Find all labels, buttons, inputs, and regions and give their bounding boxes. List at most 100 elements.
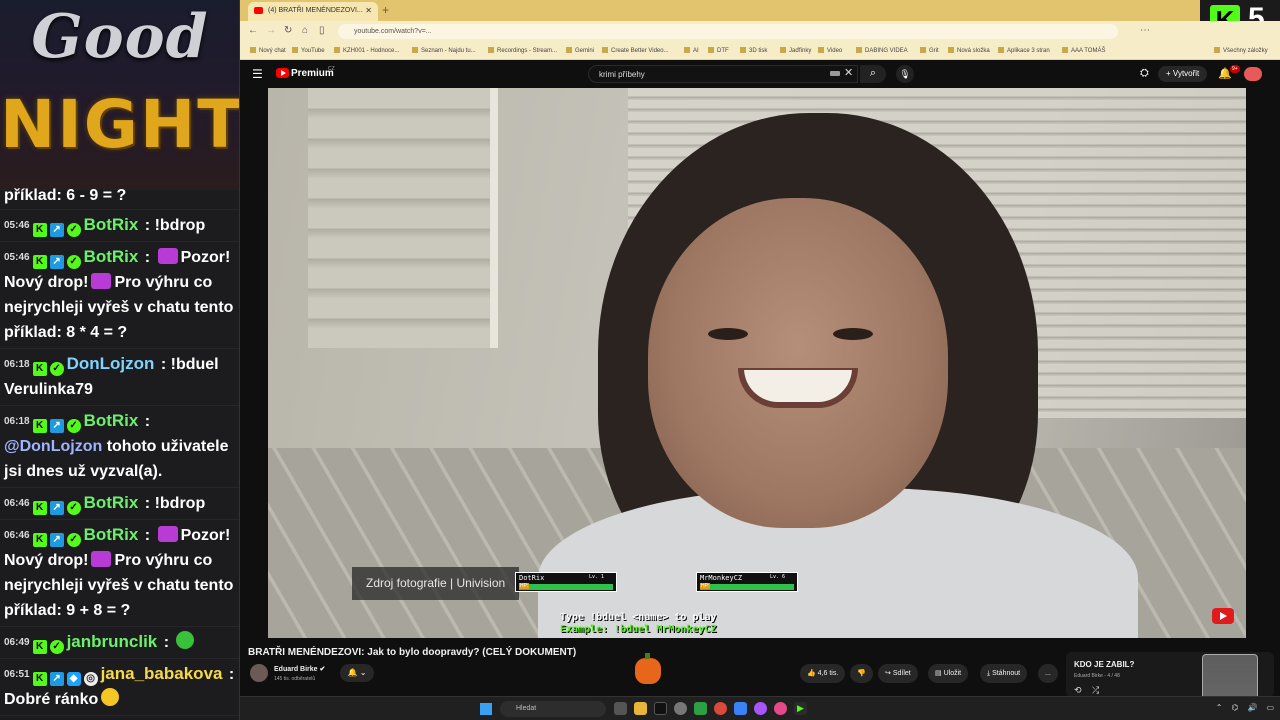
bookmark-item[interactable]: DABING VIDEA — [856, 47, 908, 54]
chat-mention[interactable]: @DonLojzon — [4, 438, 102, 455]
tab-youtube[interactable]: (4) BRATŘI MENÉNDEZOVI... ✕ — [248, 2, 378, 21]
account-avatar[interactable] — [1244, 67, 1262, 81]
chat-timestamp: 06:49 — [4, 637, 30, 648]
verified-badge-icon: ↗ — [49, 419, 64, 433]
chat-username[interactable]: BotRix — [84, 493, 139, 512]
bookmark-item[interactable]: Grit — [920, 47, 939, 54]
video-person-eye — [833, 328, 873, 340]
save-button[interactable]: ▤ Uložit — [928, 664, 969, 683]
chrome-icon[interactable] — [714, 702, 727, 715]
channel-avatar[interactable] — [250, 664, 268, 682]
voice-search-button[interactable]: 🎙 — [896, 65, 914, 83]
search-input[interactable]: krimi příbehy — [588, 65, 858, 83]
youtube-play-icon[interactable] — [1212, 608, 1234, 624]
bookmark-item[interactable]: YouTube — [292, 47, 325, 54]
app-icon[interactable] — [774, 702, 787, 715]
video-person-face — [648, 198, 948, 528]
sidebar-icon[interactable]: ▯ — [319, 25, 325, 36]
xbox-icon[interactable] — [694, 702, 707, 715]
bookmark-item[interactable]: DTF — [708, 47, 729, 54]
bookmark-item[interactable]: Create Better Video... — [602, 47, 669, 54]
network-icon[interactable]: ⌬ — [1231, 703, 1238, 712]
battery-icon[interactable]: ▭ — [1266, 703, 1274, 712]
create-button[interactable]: + Vytvořit — [1158, 66, 1208, 82]
chat-timestamp: 06:51 — [4, 669, 30, 680]
new-tab-icon[interactable]: + — [382, 3, 389, 17]
keyboard-icon[interactable] — [830, 71, 840, 76]
chat-username[interactable]: janbrunclik — [67, 632, 158, 651]
reload-icon[interactable]: ↻ — [284, 25, 292, 36]
windows-start-icon[interactable] — [480, 703, 492, 715]
smiley-emote-icon — [101, 688, 120, 706]
extensions-icon[interactable]: ⋯ — [1140, 25, 1150, 36]
menu-icon[interactable]: ☰ — [252, 67, 263, 81]
taskbar-search-input[interactable]: Hledat — [500, 701, 606, 717]
ring-badge-icon: ◎ — [83, 672, 98, 686]
bookmark-item[interactable]: Seznam - Najdu tu... — [412, 47, 476, 54]
chat-message: 06:46 K ↗ ✓ BotRix : !bdrop — [0, 488, 239, 520]
task-view-icon[interactable] — [614, 702, 627, 715]
banner-night-text: NIGHT — [0, 86, 240, 163]
bookmark-item[interactable]: Nová složka — [948, 47, 990, 54]
volume-icon[interactable]: 🔊 — [1247, 703, 1257, 712]
like-button[interactable]: 👍 4,6 tis. — [800, 664, 846, 683]
verified-badge-icon: ↗ — [49, 255, 64, 269]
search-button[interactable]: ⌕ — [860, 65, 886, 83]
bookmark-item[interactable]: AAA TOMÁŠ — [1062, 47, 1105, 54]
more-actions-button[interactable]: ... — [1038, 664, 1058, 683]
download-label: Stáhnout — [992, 670, 1021, 677]
search-value: krimi příbehy — [599, 70, 645, 79]
bookmark-item[interactable]: Jaďfinky — [780, 47, 811, 54]
dislike-button[interactable]: 👎 — [850, 664, 873, 683]
share-button[interactable]: ↪ Sdílet — [878, 664, 918, 683]
check-badge-icon: ✓ — [49, 640, 64, 654]
discord-icon[interactable] — [754, 702, 767, 715]
loop-icon[interactable]: ⟲ — [1074, 685, 1082, 696]
download-button[interactable]: ⤓ Stáhnout — [980, 664, 1028, 683]
cast-icon[interactable]: ⛭ — [1140, 67, 1149, 80]
tray-arrow-icon[interactable]: ⌃ — [1216, 703, 1223, 712]
bookmark-item[interactable]: 3D tisk — [740, 47, 767, 54]
tiktok-icon[interactable] — [654, 702, 667, 715]
back-icon[interactable]: ← — [248, 25, 258, 36]
notification-badge: 9+ — [1230, 65, 1240, 73]
bookmark-item[interactable]: Všechny záložky — [1214, 47, 1268, 54]
chat-timestamp: 05:46 — [4, 220, 30, 231]
chat-username[interactable]: BotRix — [84, 525, 139, 544]
bookmark-item[interactable]: Aplikace 3 stran — [998, 47, 1050, 54]
address-bar[interactable]: youtube.com/watch?v=... — [338, 24, 1118, 39]
chat-username[interactable]: BotRix — [84, 215, 139, 234]
duel-hp-bar — [519, 583, 613, 590]
bookmark-item[interactable]: Gemini — [566, 47, 594, 54]
chat-username[interactable]: jana_babakova — [101, 664, 223, 683]
bookmark-item[interactable]: Nový chat — [250, 47, 286, 54]
chat-separator: : — [140, 527, 155, 544]
video-player[interactable]: Zdroj fotografie | Univision — [268, 88, 1246, 638]
search-icon: ⌕ — [869, 67, 877, 79]
tab-close-icon[interactable]: ✕ — [365, 6, 372, 15]
bookmark-item[interactable]: Recordings - Stream... — [488, 47, 557, 54]
bookmark-item[interactable]: KZH001 - Hodnoce... — [334, 47, 399, 54]
chat-separator: : — [140, 495, 155, 512]
download-icon: ⤓ — [987, 670, 991, 677]
share-icon: ↪ — [885, 670, 891, 677]
chat-username[interactable]: BotRix — [84, 247, 139, 266]
chat-username[interactable]: DonLojzon — [67, 354, 155, 373]
settings-icon[interactable] — [674, 702, 687, 715]
chat-username[interactable]: BotRix — [84, 411, 139, 430]
channel-name[interactable]: Eduard Birke ✔ — [274, 665, 325, 673]
shuffle-icon[interactable]: ⤮ — [1092, 685, 1099, 696]
clear-search-icon[interactable]: ✕ — [844, 66, 853, 79]
home-icon[interactable]: ⌂ — [302, 25, 308, 36]
forward-icon[interactable]: → — [266, 25, 276, 36]
bookmark-item[interactable]: Video — [818, 47, 842, 54]
kick-badge-icon: K — [32, 640, 47, 654]
like-count: 4,6 tis. — [817, 670, 839, 677]
play-app-icon[interactable]: ▶ — [794, 702, 807, 715]
bookmark-item[interactable]: AI — [684, 47, 699, 54]
subscription-bell-button[interactable]: 🔔 ⌄ — [340, 664, 374, 682]
mail-icon[interactable] — [734, 702, 747, 715]
file-explorer-icon[interactable] — [634, 702, 647, 715]
duel-player-name: MrMonkeyCZ — [700, 574, 743, 582]
youtube-logo-icon[interactable] — [276, 68, 289, 78]
